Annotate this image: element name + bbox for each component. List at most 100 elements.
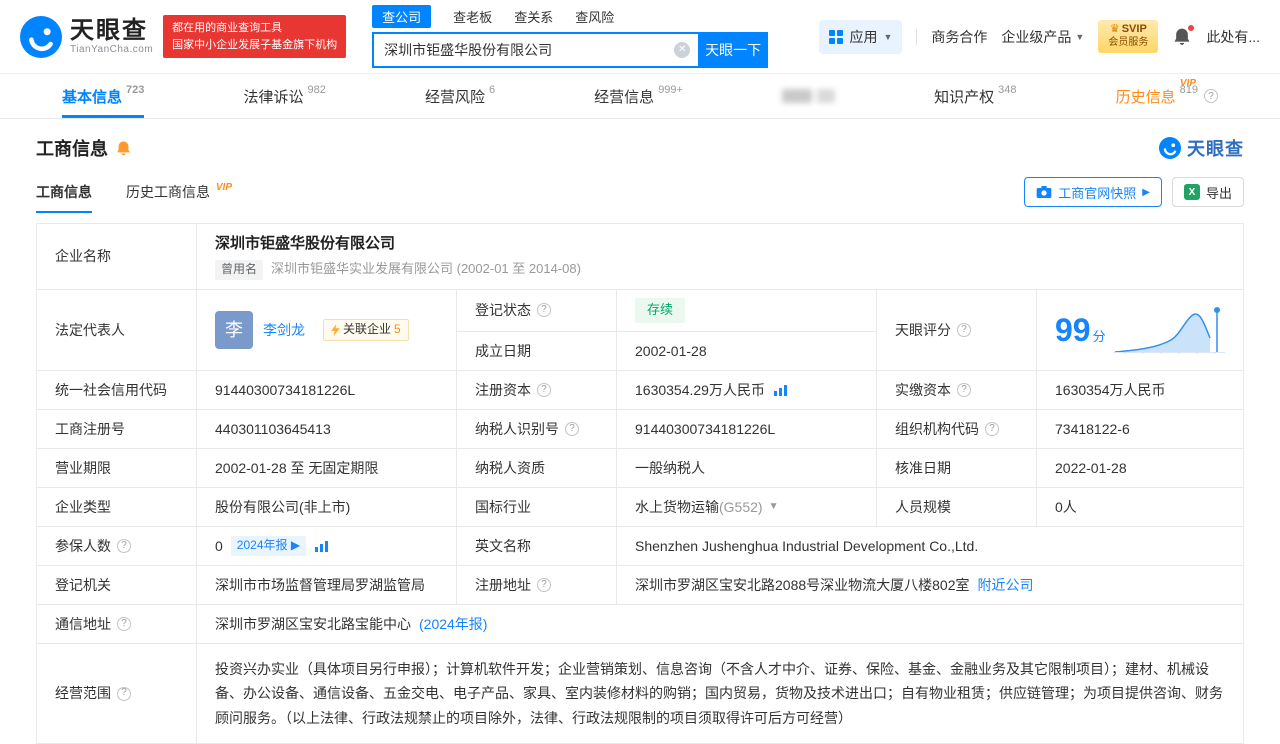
notification-bell-icon[interactable] — [1172, 24, 1195, 47]
tab-history-business-info[interactable]: 历史工商信息 VIP — [126, 182, 232, 213]
mail-annual-report-link[interactable]: (2024年报) — [419, 614, 487, 634]
search-tabs: 查公司 查老板 查关系 查风险 — [372, 5, 768, 28]
legal-rep-link[interactable]: 李剑龙 — [263, 320, 305, 340]
reg-number-value: 440301103645413 — [197, 409, 457, 449]
clear-search-icon[interactable]: ✕ — [674, 41, 691, 58]
brand-slogan-badge: 都在用的商业查询工具 国家中小企业发展子基金旗下机构 — [163, 15, 347, 58]
industry-cell: 水上货物运输 (G552) ▼ — [617, 487, 877, 527]
reg-capital-value: 1630354.29万人民币 — [635, 381, 765, 398]
help-icon[interactable]: ? — [537, 303, 551, 318]
taxpayer-id-label: 纳税人识别号 — [475, 420, 559, 437]
insured-value: 0 — [215, 537, 223, 554]
search-tab-company[interactable]: 查公司 — [372, 5, 432, 28]
score-value: 99 — [1055, 311, 1091, 348]
business-scope-value: 投资兴办实业（具体项目另行申报）；计算机软件开发；企业营销策划、信息咨询（不含人… — [215, 660, 1223, 726]
user-name[interactable]: 此处有... — [1206, 27, 1260, 47]
business-info-subtabs: 工商信息 历史工商信息 VIP — [36, 182, 232, 213]
arrow-right-icon: ▶ — [1142, 186, 1150, 198]
official-snapshot-button[interactable]: 工商官网快照 ▶ — [1024, 177, 1162, 207]
apps-grid-icon — [829, 29, 844, 44]
brand-name: 天眼查 — [70, 17, 148, 45]
apps-button[interactable]: 应用 ▼ — [819, 19, 903, 54]
help-icon[interactable]: ? — [985, 421, 999, 436]
export-button[interactable]: X 导出 — [1171, 177, 1244, 207]
tab-label: 经营信息 — [594, 88, 655, 106]
org-code-label-cell: 组织机构代码 ? — [877, 409, 1037, 449]
taxpayer-id-value: 91440300734181226L — [617, 409, 877, 449]
annual-report-tag[interactable]: 2024年报 ▶ — [230, 536, 307, 556]
tianyancha-logo[interactable]: 天眼查 TianYanCha.com — [20, 15, 154, 58]
former-name: 深圳市钜盛华实业发展有限公司 (2002-01 至 2014-08) — [271, 261, 581, 277]
legal-rep-avatar[interactable]: 李 — [215, 310, 253, 349]
vip-badge: VIP — [215, 182, 233, 193]
tab-operation-info[interactable]: 经营信息 999+ — [594, 74, 683, 118]
help-icon[interactable]: ? — [117, 538, 131, 553]
tab-history-info[interactable]: VIP 历史信息 819 ? — [1116, 74, 1218, 118]
company-name: 深圳市钜盛华股份有限公司 — [215, 235, 396, 253]
svip-label: SVIP — [1121, 23, 1147, 36]
industry-value: 水上货物运输 — [635, 498, 719, 515]
svip-sublabel: 会员服务 — [1108, 37, 1149, 49]
main-content: 工商信息 天眼查 工商信息 历史工商信息 VIP 工商官网快照 ▶ X 导出 企… — [0, 135, 1280, 744]
tab-intellectual-property[interactable]: 知识产权 348 — [934, 74, 1016, 118]
help-icon[interactable]: ? — [1204, 89, 1218, 103]
help-icon[interactable]: ? — [957, 322, 971, 337]
taxpayer-id-label-cell: 纳税人识别号 ? — [457, 409, 617, 449]
snapshot-label: 工商官网快照 — [1058, 185, 1137, 201]
insured-cell: 0 2024年报 ▶ — [197, 526, 457, 566]
tab-legal-litigation[interactable]: 法律诉讼 982 — [243, 74, 325, 118]
help-icon[interactable]: ? — [957, 382, 971, 397]
search-tab-risk[interactable]: 查风险 — [575, 7, 614, 26]
enterprise-products-link[interactable]: 企业级产品 ▼ — [1001, 27, 1084, 47]
tab-operation-risk[interactable]: 经营风险 6 — [425, 74, 495, 118]
mail-address-cell: 深圳市罗湖区宝安北路宝能中心 (2024年报) — [197, 605, 1243, 644]
related-companies-label: 关联企业 — [343, 322, 392, 337]
chevron-down-icon: ▼ — [883, 31, 893, 42]
subscribe-bell-icon[interactable] — [115, 140, 132, 157]
business-term-value: 2002-01-28 至 无固定期限 — [197, 448, 457, 488]
help-icon[interactable]: ? — [537, 577, 551, 592]
svip-badge[interactable]: ♛ SVIP 会员服务 — [1098, 20, 1159, 53]
insured-trend-icon[interactable] — [314, 539, 330, 553]
brand-domain: TianYanCha.com — [70, 43, 154, 55]
tab-label: 历史信息 — [1115, 88, 1176, 106]
paid-capital-label-cell: 实缴资本 ? — [877, 370, 1037, 410]
excel-icon: X — [1183, 184, 1200, 200]
capital-trend-icon[interactable] — [773, 383, 789, 397]
tab-basic-info[interactable]: 基本信息 723 — [62, 74, 145, 118]
search-tab-boss[interactable]: 查老板 — [453, 7, 492, 26]
lightning-icon — [331, 323, 340, 336]
help-icon[interactable]: ? — [117, 616, 131, 631]
tab-count: 999+ — [658, 84, 683, 96]
notification-dot — [1188, 24, 1195, 31]
score-cell[interactable]: 99 分 — [1037, 290, 1243, 371]
related-companies-badge[interactable]: 关联企业 5 — [323, 319, 409, 341]
score-label: 天眼评分 — [895, 321, 951, 338]
search-tab-relation[interactable]: 查关系 — [514, 7, 553, 26]
apps-label: 应用 — [849, 28, 878, 45]
reg-status-label: 登记状态 — [475, 302, 531, 319]
company-name-cell: 深圳市钜盛华股份有限公司 曾用名 深圳市钜盛华实业发展有限公司 (2002-01… — [197, 224, 1243, 290]
tab-count: 982 — [307, 84, 326, 96]
divider — [916, 28, 918, 45]
business-cooperation-link[interactable]: 商务合作 — [931, 27, 987, 47]
company-nav-tabs: 基本信息 723 法律诉讼 982 经营风险 6 经营信息 999+ 知识产权 … — [0, 74, 1280, 119]
search-input[interactable] — [372, 31, 699, 68]
search-button[interactable]: 天眼一下 — [698, 31, 769, 68]
tab-label: 经营风险 — [424, 88, 485, 106]
reg-address-label-cell: 注册地址 ? — [457, 565, 617, 605]
help-icon[interactable]: ? — [565, 421, 579, 436]
watermark-logo-icon — [1159, 137, 1181, 159]
reg-authority-value: 深圳市市场监督管理局罗湖监管局 — [197, 565, 457, 605]
export-label: 导出 — [1205, 185, 1232, 201]
score-chart — [1113, 306, 1225, 354]
chevron-down-icon[interactable]: ▼ — [769, 500, 779, 515]
help-icon[interactable]: ? — [117, 686, 131, 701]
tab-business-info[interactable]: 工商信息 — [36, 182, 92, 213]
help-icon[interactable]: ? — [537, 382, 551, 397]
tab-label: 法律诉讼 — [243, 88, 304, 106]
industry-code: (G552) — [719, 498, 763, 515]
legal-rep-label: 法定代表人 — [37, 290, 197, 371]
reg-capital-label-cell: 注册资本 ? — [457, 370, 617, 410]
nearby-companies-link[interactable]: 附近公司 — [978, 575, 1034, 595]
